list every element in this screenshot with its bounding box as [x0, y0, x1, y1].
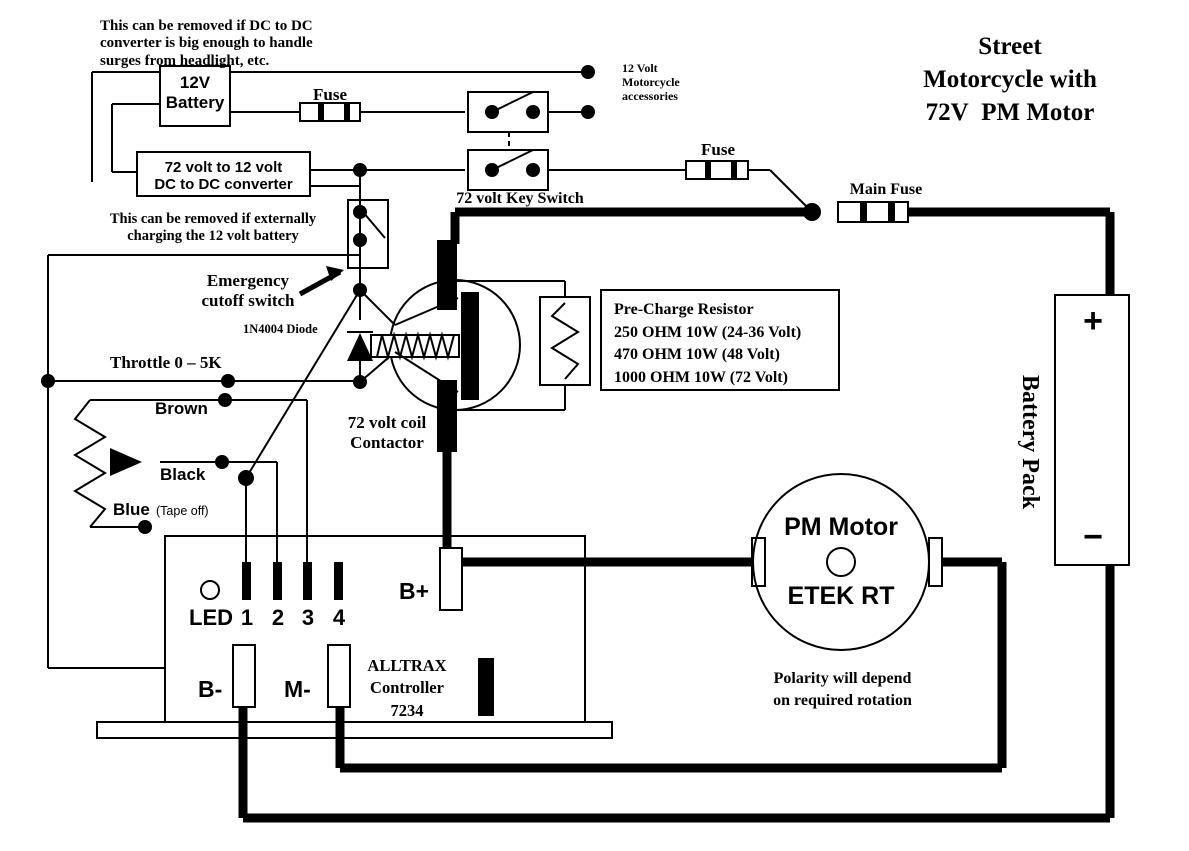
battery-minus-label: −	[1083, 518, 1103, 556]
dcdc-converter-label: 72 volt to 12 volt DC to DC converter	[154, 159, 293, 194]
title-line-1: Street	[978, 33, 1042, 60]
precharge-row-3: 1000 OHM 10W (72 Volt)	[614, 369, 788, 387]
pin-2-label: 2	[271, 605, 285, 630]
pin-3-label: 3	[301, 605, 315, 630]
fuse-symbols	[299, 102, 909, 223]
battery-plus-label: +	[1083, 302, 1103, 340]
b-plus-label: B+	[399, 578, 430, 604]
battery-pack-label: Battery Pack	[1017, 375, 1043, 509]
wire-black-label: Black	[160, 465, 206, 484]
page-title: Street Motorcycle with 72V PM Motor	[900, 30, 1120, 129]
precharge-row-1: 250 OHM 10W (24-36 Volt)	[614, 323, 802, 341]
battery-12v-label: 12V Battery	[165, 73, 225, 112]
fuse-key-label: Fuse	[701, 140, 735, 159]
m-minus-label: M-	[284, 676, 311, 702]
key-switch-label: 72 volt Key Switch	[456, 190, 584, 207]
throttle-wiper-arrow	[110, 448, 142, 476]
controller-label: ALLTRAX Controller 7234	[352, 655, 462, 722]
throttle-label: Throttle 0 – 5K	[110, 353, 222, 372]
note-polarity: Polarity will depend on required rotatio…	[773, 670, 912, 710]
accessories-label: 12 Volt Motorcycle accessories	[622, 61, 680, 103]
precharge-box: Pre-Charge Resistor 250 OHM 10W (24-36 Vo…	[614, 299, 801, 390]
controller-word: Controller	[370, 678, 444, 698]
motor-label-bottom: ETEK RT	[787, 582, 895, 610]
led-indicator	[200, 580, 220, 600]
note-battery-removable: This can be removed if externally chargi…	[109, 211, 317, 244]
motor-label-top: PM Motor	[784, 513, 898, 541]
note-dcdc-removable: This can be removed if DC to DC converte…	[100, 18, 313, 69]
title-line-2: Motorcycle with	[923, 66, 1097, 93]
diode-label: 1N4004 Diode	[243, 322, 318, 336]
title-line-3b: PM Motor	[981, 99, 1095, 126]
fuse-12v-label: Fuse	[313, 85, 347, 104]
b-minus-label: B-	[198, 676, 223, 702]
emergency-cutoff-label: Emergency cutoff switch	[201, 271, 295, 310]
controller-model: 7234	[390, 700, 424, 720]
precharge-title: Pre-Charge Resistor	[614, 301, 754, 318]
contactor-label: 72 volt coil Contactor	[347, 413, 427, 452]
controller-brand: ALLTRAX	[367, 656, 447, 675]
led-label: LED	[189, 605, 233, 630]
main-fuse-label: Main Fuse	[849, 181, 923, 198]
precharge-row-2: 470 OHM 10W (48 Volt)	[614, 346, 780, 364]
wire-brown-label: Brown	[155, 399, 208, 418]
wire-blue-note: (Tape off)	[156, 504, 209, 518]
motor-shaft	[826, 547, 856, 577]
diode-symbol	[347, 333, 373, 361]
pin-4-label: 4	[332, 605, 346, 630]
wire-blue-label: Blue	[113, 500, 150, 519]
title-line-3a: 72V	[925, 99, 969, 126]
wiring-diagram-canvas: This can be removed if DC to DC converte…	[0, 0, 1189, 851]
pin-1-label: 1	[240, 605, 254, 630]
emergency-callout-arrow	[298, 266, 344, 297]
